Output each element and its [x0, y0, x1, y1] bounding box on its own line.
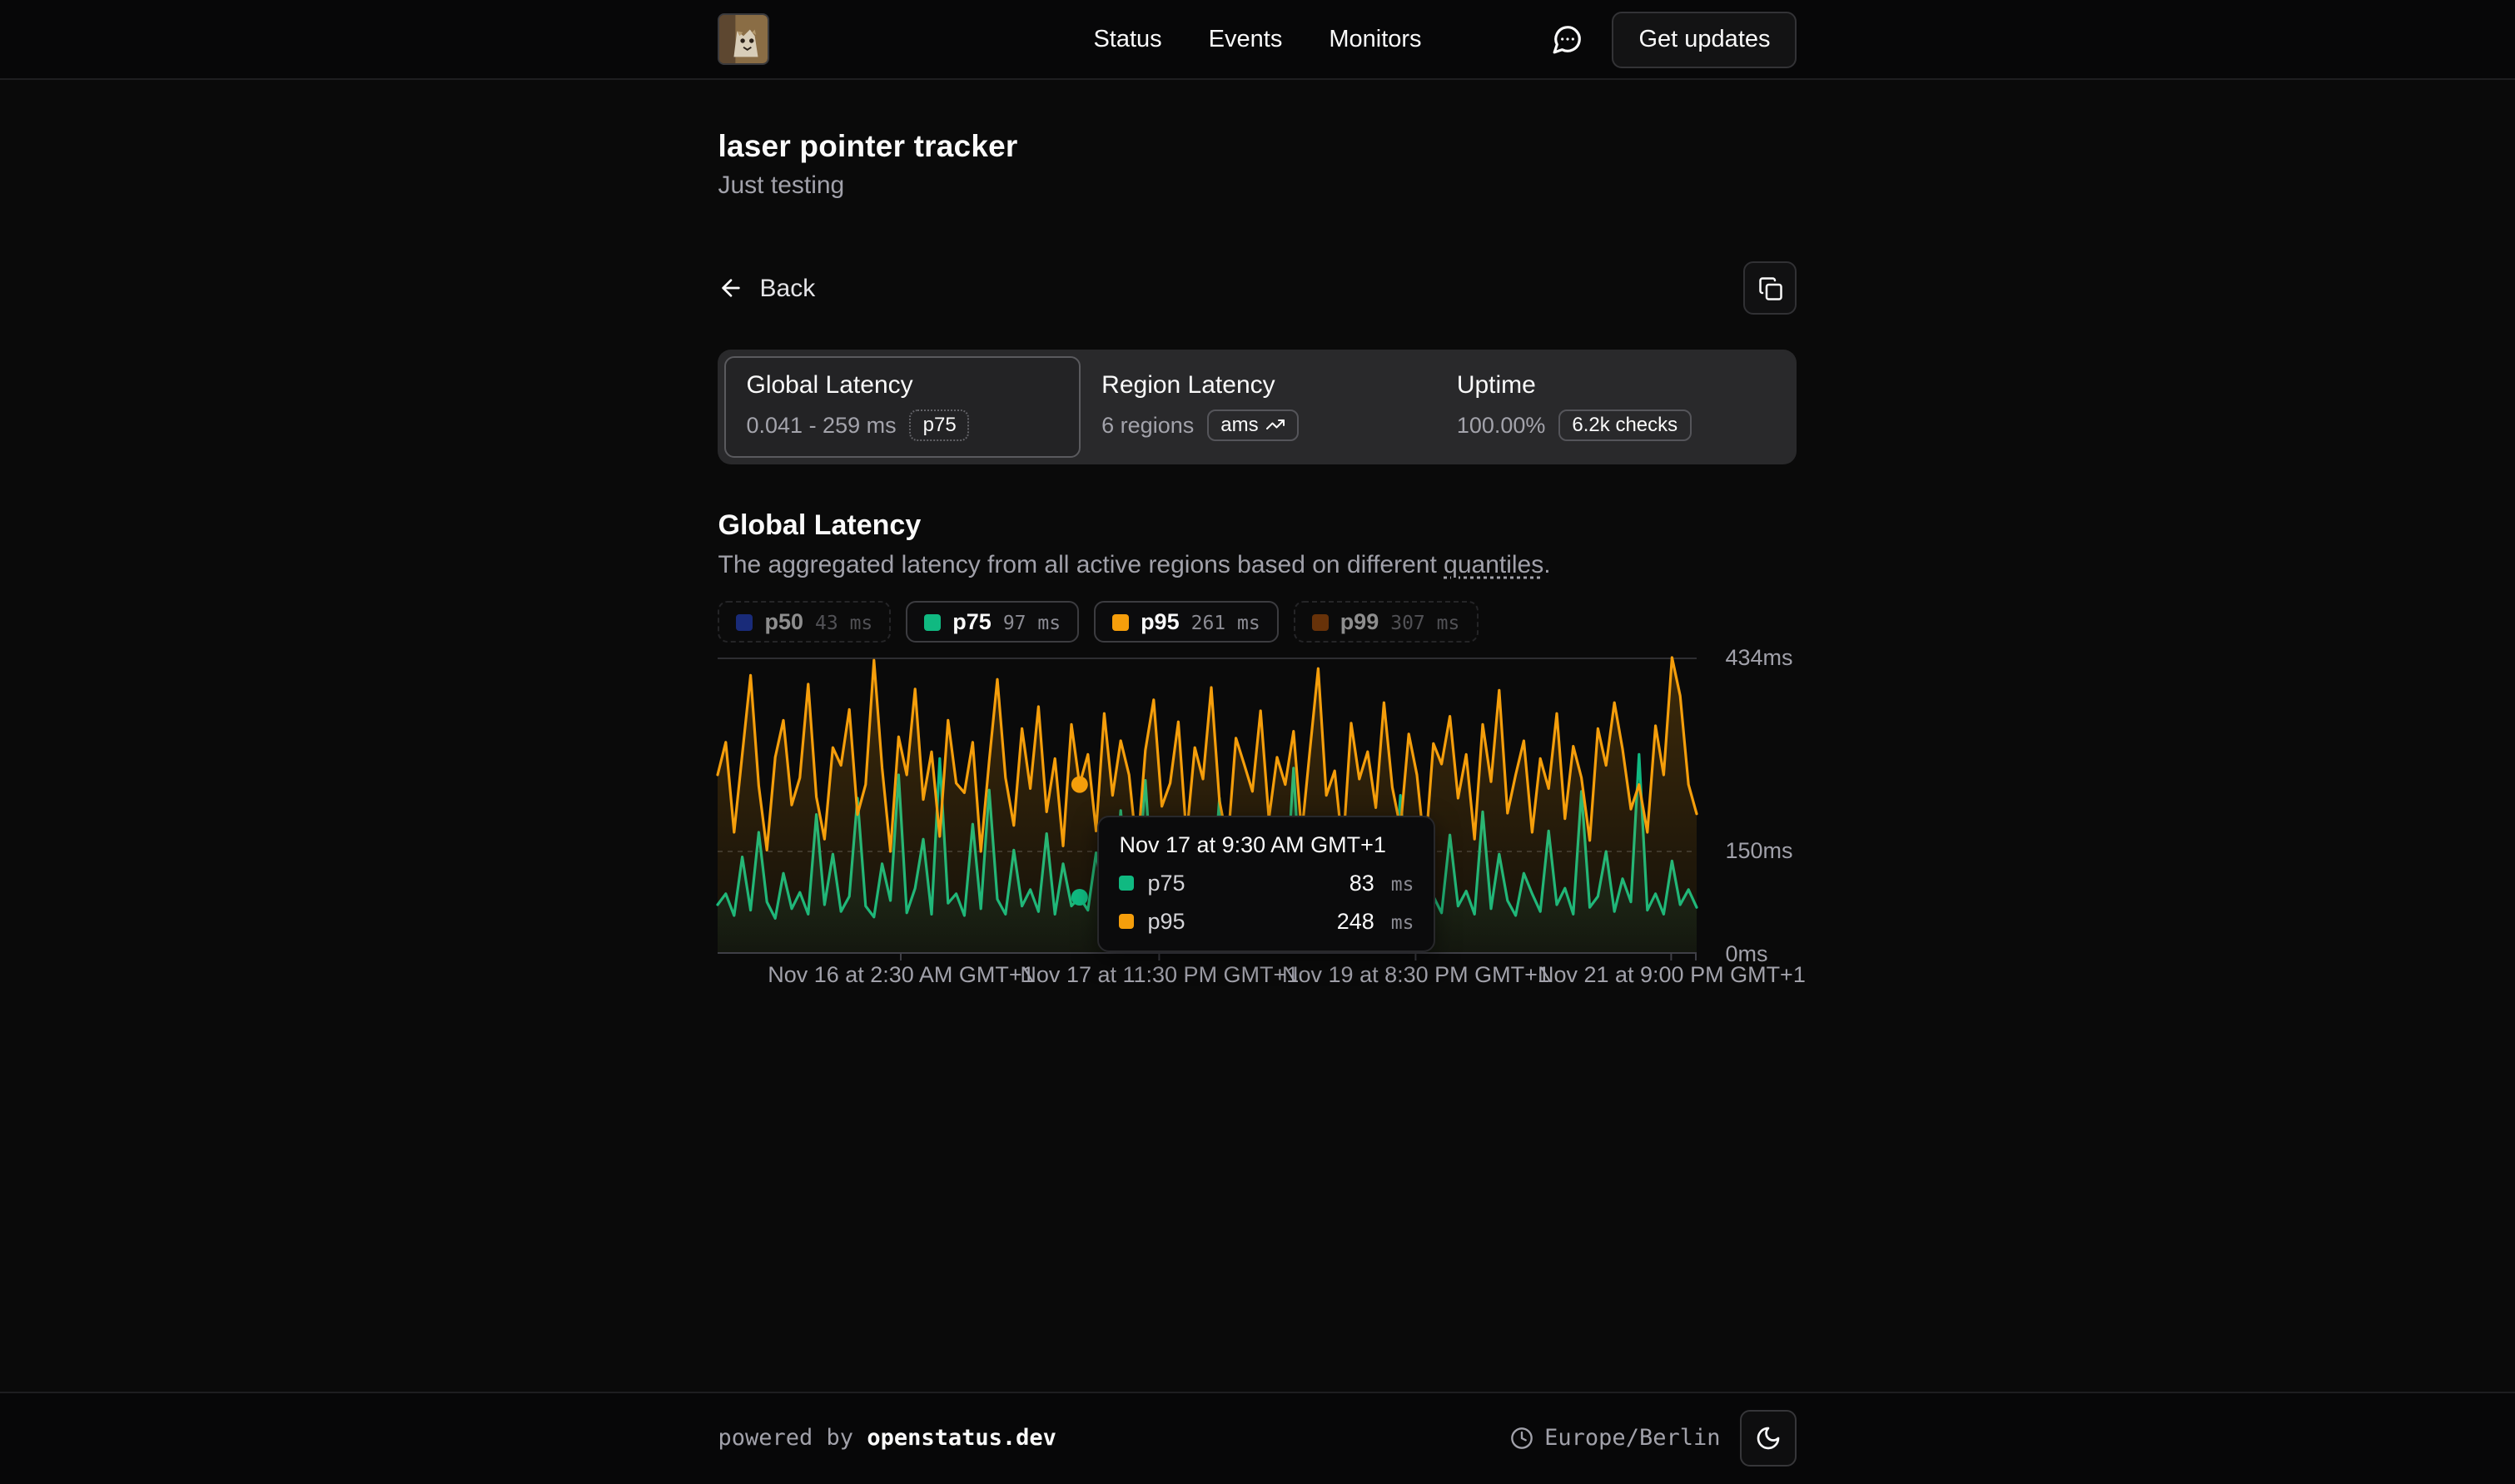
nav-link-status[interactable]: Status	[1093, 26, 1161, 52]
timezone: Europe/Berlin	[1509, 1425, 1720, 1452]
x-tick-1: Nov 17 at 11:30 PM GMT+1	[1020, 962, 1299, 987]
tab-title-region-latency: Region Latency	[1101, 371, 1414, 400]
x-tick-3: Nov 21 at 9:00 PM GMT+1	[1538, 962, 1806, 987]
openstatus-link[interactable]: openstatus.dev	[867, 1425, 1056, 1452]
main-area: laser pointer tracker Just testing Back …	[0, 80, 2515, 1391]
metric-tabs: Global Latency 0.041 - 259 ms p75 Region La…	[718, 350, 1797, 464]
footer: powered by openstatus.dev Europe/Berlin	[0, 1391, 2515, 1484]
chart-tooltip: Nov 17 at 9:30 AM GMT+1 p75 83ms p95 248…	[1098, 816, 1436, 952]
tab-badge-6-2k-checks: 6.2k checks	[1558, 409, 1691, 441]
copy-link-button[interactable]	[1744, 261, 1797, 315]
nav-link-events[interactable]: Events	[1209, 26, 1283, 52]
chart-legend: p5043 ms p7597 ms p95261 ms p99307 ms	[718, 601, 1797, 643]
p75-legend-swatch	[924, 613, 941, 630]
tab-value-uptime: 100.00%	[1457, 413, 1546, 438]
latency-chart[interactable]: 434ms150ms0ms Nov 16 at 2:30 AM GMT+1Nov…	[718, 658, 1797, 990]
tab-region-latency[interactable]: Region Latency 6 regions ams	[1080, 356, 1435, 458]
p99-legend-swatch	[1312, 613, 1329, 630]
get-updates-button[interactable]: Get updates	[1613, 11, 1797, 67]
back-button[interactable]: Back	[718, 274, 816, 302]
cat-avatar-logo[interactable]	[718, 13, 770, 65]
tab-badge-p75: p75	[910, 409, 970, 441]
trending-up-icon	[1265, 414, 1285, 434]
back-label: Back	[760, 274, 816, 302]
copy-icon	[1758, 275, 1783, 300]
tab-badge-ams: ams	[1207, 409, 1298, 441]
x-tick-2: Nov 19 at 8:30 PM GMT+1	[1282, 962, 1550, 987]
theme-toggle-button[interactable]	[1741, 1410, 1797, 1467]
p95-swatch	[1120, 914, 1135, 929]
y-tick-150: 150ms	[1726, 839, 1793, 864]
top-nav: Status Events Monitors Get updates	[0, 0, 2515, 80]
tab-title-uptime: Uptime	[1457, 371, 1769, 400]
tab-global-latency[interactable]: Global Latency 0.041 - 259 ms p75	[725, 356, 1081, 458]
feedback-button[interactable]	[1539, 11, 1596, 67]
clock-icon	[1509, 1427, 1533, 1450]
page-title: laser pointer tracker	[718, 128, 1797, 165]
quantiles-link[interactable]: quantiles	[1444, 551, 1543, 579]
section-description: The aggregated latency from all active r…	[718, 551, 1797, 579]
x-tick-0: Nov 16 at 2:30 AM GMT+1	[768, 962, 1034, 987]
tooltip-row-p95: p95 248ms	[1120, 909, 1414, 934]
legend-badge-p95[interactable]: p95261 ms	[1094, 601, 1279, 643]
message-circle-more-icon	[1552, 23, 1583, 55]
nav-links: Status Events Monitors	[1093, 26, 1421, 52]
legend-badge-p75[interactable]: p7597 ms	[906, 601, 1079, 643]
tab-title-global-latency: Global Latency	[747, 371, 1059, 400]
y-axis: 434ms150ms0ms	[1726, 658, 1799, 954]
tooltip-row-p75: p75 83ms	[1120, 871, 1414, 896]
moon-icon	[1756, 1425, 1782, 1452]
powered-by: powered by openstatus.dev	[718, 1425, 1056, 1452]
page-subtitle: Just testing	[718, 171, 1797, 200]
section-title: Global Latency	[718, 509, 1797, 543]
nav-link-monitors[interactable]: Monitors	[1329, 26, 1421, 52]
p75-swatch	[1120, 876, 1135, 891]
p95-legend-swatch	[1112, 613, 1129, 630]
cat-logo-image	[720, 15, 770, 65]
tooltip-title: Nov 17 at 9:30 AM GMT+1	[1120, 832, 1414, 857]
tab-uptime[interactable]: Uptime 100.00% 6.2k checks	[1435, 356, 1791, 458]
tab-value-global-latency: 0.041 - 259 ms	[747, 413, 897, 438]
status-page: Status Events Monitors Get updates laser p…	[0, 0, 2515, 1484]
y-tick-434: 434ms	[1726, 645, 1793, 670]
p50-legend-swatch	[737, 613, 753, 630]
legend-badge-p50[interactable]: p5043 ms	[718, 601, 892, 643]
arrow-left-icon	[718, 275, 745, 301]
x-axis: Nov 16 at 2:30 AM GMT+1Nov 17 at 11:30 P…	[718, 962, 1697, 992]
legend-badge-p99[interactable]: p99307 ms	[1294, 601, 1479, 643]
tab-value-region-latency: 6 regions	[1101, 413, 1194, 438]
